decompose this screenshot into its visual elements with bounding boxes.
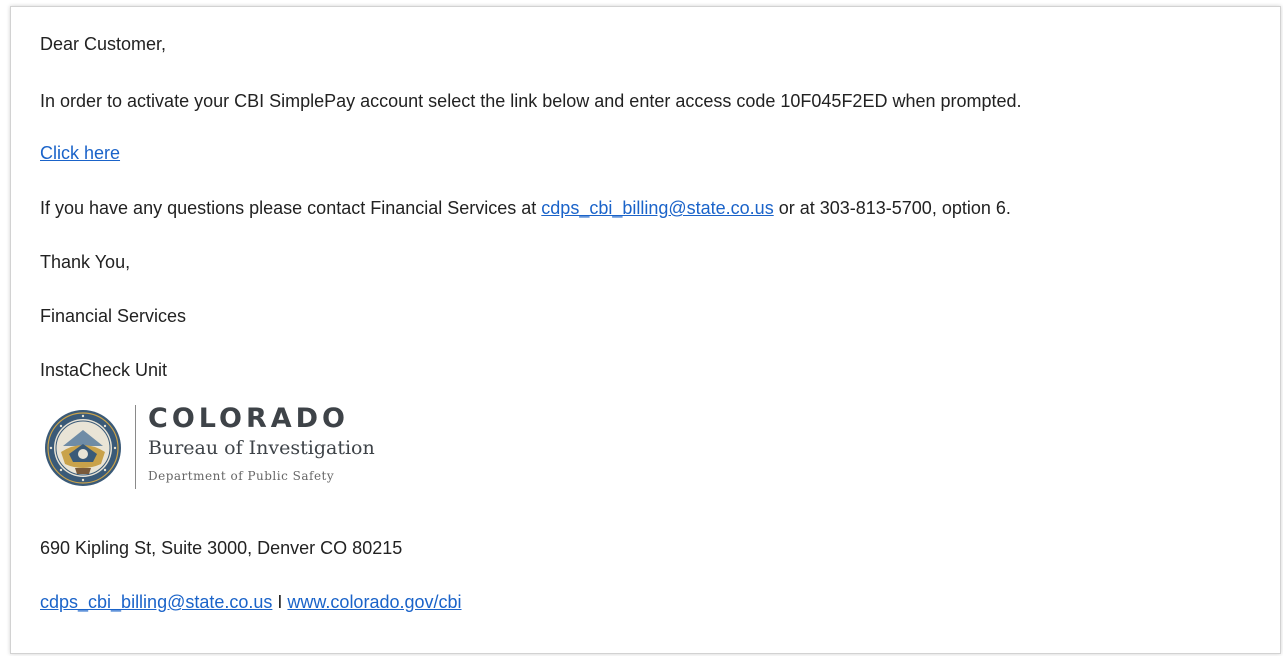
logo-divider <box>135 405 136 489</box>
closing: Thank You, <box>40 252 131 272</box>
questions-text-before: If you have any questions please contact… <box>40 198 542 218</box>
activation-instructions: In order to activate your CBI SimplePay … <box>40 91 1022 111</box>
cbi-seal-icon <box>45 410 121 486</box>
logo-subtitle: Bureau of Investigation <box>148 437 375 459</box>
footer-email-link[interactable]: cdps_cbi_billing@state.co.us <box>40 592 272 612</box>
questions-text-after: or at 303-813-5700, option 6. <box>773 198 1011 218</box>
footer-website-link[interactable]: www.colorado.gov/cbi <box>287 592 461 612</box>
email-body: Dear Customer, In order to activate your… <box>10 6 1281 654</box>
footer-address: 690 Kipling St, Suite 3000, Denver CO 80… <box>40 538 403 558</box>
greeting: Dear Customer, <box>40 34 167 54</box>
billing-email-link[interactable]: cdps_cbi_billing@state.co.us <box>541 198 773 218</box>
activation-link-line: Click here <box>40 142 120 164</box>
footer-separator: I <box>272 592 288 612</box>
questions-line: If you have any questions please contact… <box>40 197 1011 219</box>
footer-links: cdps_cbi_billing@state.co.us I www.color… <box>40 591 462 613</box>
click-here-link[interactable]: Click here <box>40 143 120 163</box>
signature-unit: InstaCheck Unit <box>40 360 168 380</box>
logo-title: COLORADO <box>148 403 350 434</box>
logo-department: Department of Public Safety <box>148 469 335 483</box>
signature-department: Financial Services <box>40 306 187 326</box>
cbi-logo: COLORADO Bureau of Investigation Departm… <box>43 403 423 495</box>
